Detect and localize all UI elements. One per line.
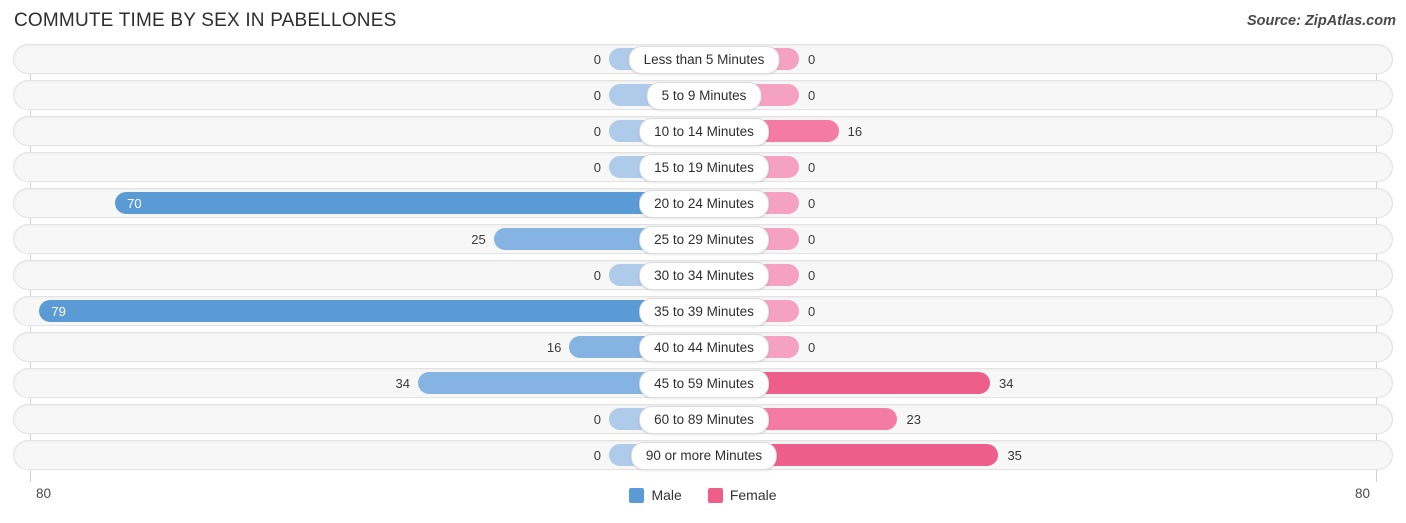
chart-plot-area: 0 0 Less than 5 Minutes 0 0 5 to 9 Minutes 0 16… bbox=[0, 44, 1406, 482]
bar-track: 0 0 5 to 9 Minutes bbox=[14, 81, 1392, 110]
value-label-male: 0 bbox=[593, 124, 601, 139]
value-label-female: 16 bbox=[847, 124, 863, 139]
value-label-male: 25 bbox=[471, 232, 486, 247]
table-row[interactable]: 79 0 35 to 39 Minutes bbox=[13, 296, 1393, 326]
value-label-male: 0 bbox=[593, 412, 601, 427]
category-label: 30 to 34 Minutes bbox=[639, 262, 769, 290]
page-title: COMMUTE TIME BY SEX IN PABELLONES bbox=[14, 10, 397, 31]
table-row[interactable]: 25 0 25 to 29 Minutes bbox=[13, 224, 1393, 254]
table-row[interactable]: 0 0 15 to 19 Minutes bbox=[13, 152, 1393, 182]
table-row[interactable]: 0 0 30 to 34 Minutes bbox=[13, 260, 1393, 290]
value-label-female: 0 bbox=[808, 160, 816, 175]
value-label-female: 0 bbox=[808, 268, 816, 283]
legend-label: Male bbox=[651, 487, 682, 503]
bar-track: 0 0 30 to 34 Minutes bbox=[14, 261, 1392, 290]
value-label-female: 0 bbox=[808, 196, 816, 211]
value-label-female: 0 bbox=[808, 52, 816, 67]
value-label-male: 0 bbox=[593, 52, 601, 67]
value-label-female: 0 bbox=[808, 304, 816, 319]
category-label: 40 to 44 Minutes bbox=[639, 334, 769, 362]
value-label-female: 0 bbox=[808, 232, 816, 247]
value-label-male: 0 bbox=[593, 160, 601, 175]
legend-swatch-icon bbox=[629, 487, 645, 503]
table-row[interactable]: 16 0 40 to 44 Minutes bbox=[13, 332, 1393, 362]
bar-male[interactable] bbox=[39, 300, 704, 322]
source-attribution: Source: ZipAtlas.com bbox=[1246, 13, 1396, 29]
bar-track: 0 0 15 to 19 Minutes bbox=[14, 153, 1392, 182]
category-label: 15 to 19 Minutes bbox=[639, 154, 769, 182]
value-label-male: 70 bbox=[127, 196, 142, 211]
table-row[interactable]: 0 23 60 to 89 Minutes bbox=[13, 404, 1393, 434]
table-row[interactable]: 70 0 20 to 24 Minutes bbox=[13, 188, 1393, 218]
chart-footer: 80 80 Male Female bbox=[0, 482, 1406, 523]
table-row[interactable]: 0 16 10 to 14 Minutes bbox=[13, 116, 1393, 146]
category-label: 60 to 89 Minutes bbox=[639, 406, 769, 434]
legend-item-male[interactable]: Male bbox=[629, 487, 682, 503]
bar-track: 25 0 25 to 29 Minutes bbox=[14, 225, 1392, 254]
bar-track: 79 0 35 to 39 Minutes bbox=[14, 297, 1392, 326]
bar-track: 0 23 60 to 89 Minutes bbox=[14, 405, 1392, 434]
bar-track: 34 34 45 to 59 Minutes bbox=[14, 369, 1392, 398]
table-row[interactable]: 0 0 5 to 9 Minutes bbox=[13, 80, 1393, 110]
value-label-female: 23 bbox=[906, 412, 921, 427]
value-label-male: 0 bbox=[593, 268, 601, 283]
category-label: 90 or more Minutes bbox=[630, 442, 778, 470]
table-row[interactable]: 0 0 Less than 5 Minutes bbox=[13, 44, 1393, 74]
value-label-female: 0 bbox=[808, 340, 816, 355]
bar-male[interactable] bbox=[115, 192, 704, 214]
category-label: 20 to 24 Minutes bbox=[639, 190, 769, 218]
value-label-male: 34 bbox=[395, 376, 410, 391]
legend-swatch-icon bbox=[707, 487, 723, 503]
bar-track: 16 0 40 to 44 Minutes bbox=[14, 333, 1392, 362]
table-row[interactable]: 34 34 45 to 59 Minutes bbox=[13, 368, 1393, 398]
chart-legend: Male Female bbox=[0, 487, 1406, 503]
table-row[interactable]: 0 35 90 or more Minutes bbox=[13, 440, 1393, 470]
legend-label: Female bbox=[729, 487, 777, 503]
category-label: 45 to 59 Minutes bbox=[639, 370, 769, 398]
category-label: 5 to 9 Minutes bbox=[646, 82, 762, 110]
chart-header: COMMUTE TIME BY SEX IN PABELLONES Source… bbox=[0, 0, 1406, 40]
category-label: 25 to 29 Minutes bbox=[639, 226, 769, 254]
bar-track: 0 0 Less than 5 Minutes bbox=[14, 45, 1392, 74]
category-label: 35 to 39 Minutes bbox=[639, 298, 769, 326]
category-label: Less than 5 Minutes bbox=[628, 46, 780, 74]
bar-track: 0 16 10 to 14 Minutes bbox=[14, 117, 1392, 146]
value-label-male: 0 bbox=[593, 88, 601, 103]
bar-track: 0 35 90 or more Minutes bbox=[14, 441, 1392, 470]
value-label-male: 79 bbox=[51, 304, 66, 319]
value-label-male: 0 bbox=[593, 448, 601, 463]
value-label-female: 35 bbox=[1007, 448, 1022, 463]
value-label-female: 0 bbox=[808, 88, 816, 103]
category-label: 10 to 14 Minutes bbox=[639, 118, 769, 146]
bar-rows-container: 0 0 Less than 5 Minutes 0 0 5 to 9 Minutes 0 16… bbox=[0, 44, 1406, 476]
bar-track: 70 0 20 to 24 Minutes bbox=[14, 189, 1392, 218]
value-label-female: 34 bbox=[999, 376, 1014, 391]
value-label-male: 16 bbox=[546, 340, 562, 355]
legend-item-female[interactable]: Female bbox=[707, 487, 777, 503]
